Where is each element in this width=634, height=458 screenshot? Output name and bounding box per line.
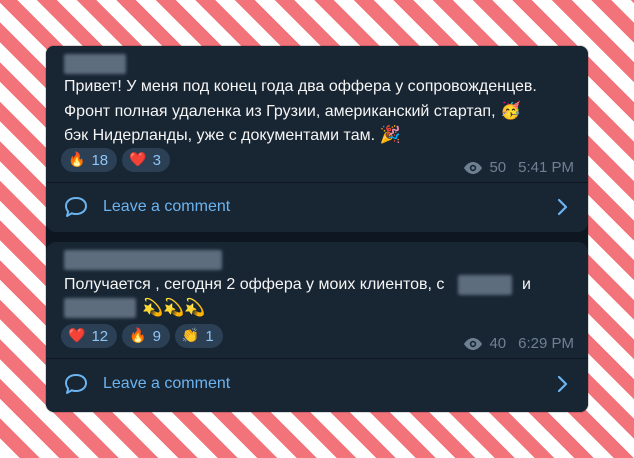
party-popper-emoji: 🎉	[379, 125, 401, 145]
client-name-redacted	[458, 275, 512, 295]
post-text-line: Фронт полная удаленка из Грузии, америка…	[64, 101, 522, 121]
eye-icon	[464, 161, 483, 174]
chevron-right-icon	[557, 198, 568, 216]
comment-label: Leave a comment	[103, 375, 231, 392]
dizzy-emoji: 💫💫💫	[142, 298, 206, 318]
heart-icon: ❤️	[129, 152, 147, 168]
reactions-bar: ❤️ 12 🔥 9 👏 1	[61, 324, 223, 348]
clapping-hands-icon: 👏	[181, 328, 200, 344]
heart-icon: ❤️	[68, 328, 86, 344]
channel-feed: Привет! У меня под конец года два оффера…	[46, 46, 588, 412]
chevron-right-icon	[557, 375, 568, 393]
fire-icon: 🔥	[68, 152, 86, 168]
post-text-line: Привет! У меня под конец года два оффера…	[64, 78, 537, 95]
post-text-line: бэк Нидерланды, уже с документами там. 🎉	[64, 125, 401, 145]
eye-icon	[464, 337, 483, 350]
channel-post: Привет! У меня под конец года два оффера…	[46, 46, 588, 232]
leave-comment-button[interactable]: Leave a comment	[46, 183, 588, 231]
reaction-count: 18	[91, 151, 109, 169]
divider	[46, 358, 588, 359]
comment-label: Leave a comment	[103, 198, 231, 215]
channel-post: Получается , сегодня 2 оффера у моих кли…	[46, 242, 588, 412]
reaction-chip[interactable]: 🔥 18	[61, 148, 118, 172]
author-name-redacted	[64, 250, 222, 270]
speech-bubble-icon	[65, 374, 87, 394]
post-text-word: и	[522, 276, 531, 293]
view-count: 40	[489, 335, 507, 352]
reaction-count: 9	[152, 327, 161, 345]
partying-face-emoji: 🥳	[499, 101, 522, 121]
reaction-count: 12	[91, 327, 109, 345]
author-name-redacted	[64, 54, 126, 74]
reaction-count: 1	[205, 327, 214, 345]
client-name-redacted	[64, 298, 136, 318]
post-text-line: 💫💫💫	[142, 296, 206, 321]
view-count: 50	[489, 159, 507, 176]
speech-bubble-icon	[65, 197, 87, 217]
fire-icon: 🔥	[129, 328, 147, 344]
reactions-bar: 🔥 18 ❤️ 3	[61, 148, 170, 172]
post-meta: 40 6:29 PM	[463, 335, 574, 352]
reaction-chip[interactable]: ❤️ 12	[61, 324, 118, 348]
post-time: 5:41 PM	[518, 159, 574, 176]
post-time: 6:29 PM	[518, 335, 574, 352]
post-text-line: Получается , сегодня 2 оффера у моих кли…	[64, 276, 445, 293]
reaction-chip[interactable]: 👏 1	[174, 324, 223, 348]
post-meta: 50 5:41 PM	[463, 159, 574, 176]
reaction-chip[interactable]: 🔥 9	[122, 324, 170, 348]
reaction-chip[interactable]: ❤️ 3	[122, 148, 170, 172]
reaction-count: 3	[152, 151, 161, 169]
leave-comment-button[interactable]: Leave a comment	[46, 360, 588, 408]
